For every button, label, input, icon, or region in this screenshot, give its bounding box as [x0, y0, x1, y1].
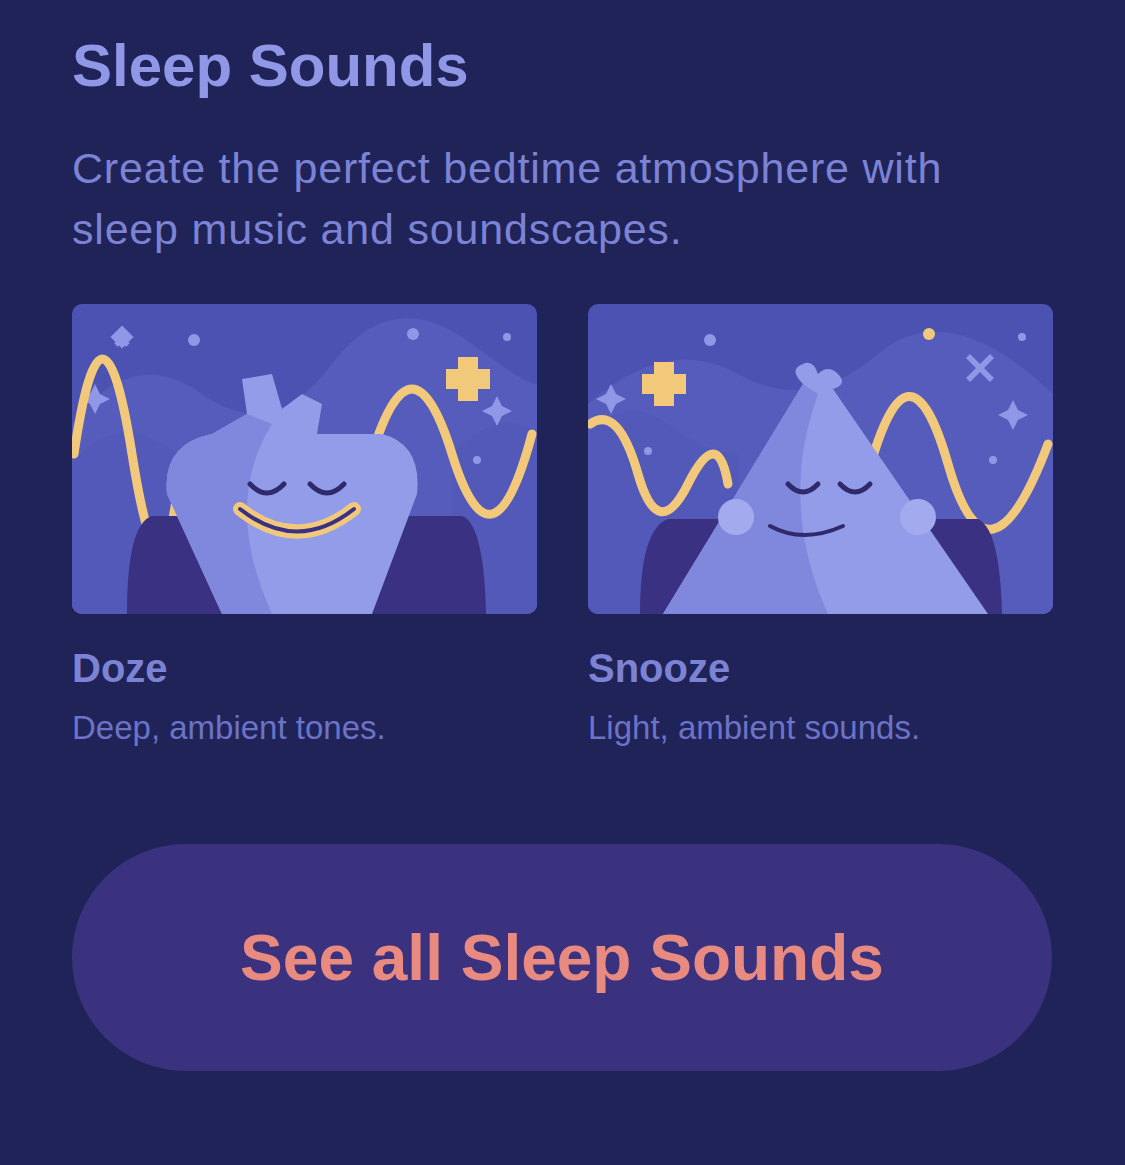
sound-subtitle: Deep, ambient tones. — [72, 708, 537, 748]
sound-title: Doze — [72, 644, 537, 692]
sound-artwork[interactable] — [588, 304, 1053, 614]
sound-subtitle: Light, ambient sounds. — [588, 708, 1053, 748]
sound-title: Snooze — [588, 644, 1053, 692]
sound-artwork[interactable] — [72, 304, 537, 614]
section-description: Create the perfect bedtime atmosphere wi… — [72, 138, 1002, 260]
snooze-character-icon — [588, 304, 1053, 614]
sound-list: Doze Deep, ambient tones. Snooze Light, … — [72, 304, 1052, 748]
sound-card[interactable]: Snooze Light, ambient sounds. — [588, 304, 1053, 748]
sleep-sounds-screen: Sleep Sounds Create the perfect bedtime … — [0, 0, 1125, 1165]
see-all-button[interactable]: See all Sleep Sounds — [72, 844, 1052, 1071]
doze-character-icon — [72, 304, 537, 614]
section-title: Sleep Sounds — [72, 30, 1052, 102]
sound-card[interactable]: Doze Deep, ambient tones. — [72, 304, 537, 748]
